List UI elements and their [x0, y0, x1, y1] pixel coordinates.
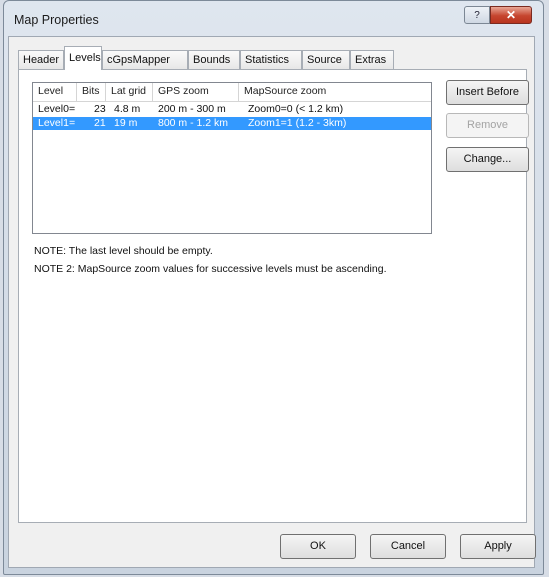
tab-extras[interactable]: Extras: [350, 50, 394, 69]
tab-source[interactable]: Source: [302, 50, 350, 69]
cell-mapsource-zoom: Zoom1=1 (1.2 - 3km): [248, 117, 347, 129]
tab-header[interactable]: Header: [18, 50, 64, 69]
cancel-button[interactable]: Cancel: [370, 534, 446, 559]
levels-list[interactable]: Level Bits Lat grid GPS zoom MapSource z…: [32, 82, 432, 234]
ok-button[interactable]: OK: [280, 534, 356, 559]
cell-gps-zoom: 200 m - 300 m: [158, 103, 226, 115]
table-row[interactable]: Level0= 23 4.8 m 200 m - 300 m Zoom0=0 (…: [33, 103, 431, 116]
cell-level: Level1=: [38, 117, 76, 129]
remove-button[interactable]: Remove: [446, 113, 529, 138]
tab-bounds[interactable]: Bounds: [188, 50, 240, 69]
cell-level: Level0=: [38, 103, 76, 115]
column-header-bits[interactable]: Bits: [77, 83, 106, 101]
list-header: Level Bits Lat grid GPS zoom MapSource z…: [33, 83, 431, 102]
cell-mapsource-zoom: Zoom0=0 (< 1.2 km): [248, 103, 344, 115]
insert-before-button[interactable]: Insert Before: [446, 80, 529, 105]
column-header-gps-zoom[interactable]: GPS zoom: [153, 83, 239, 101]
tab-statistics[interactable]: Statistics: [240, 50, 302, 69]
close-button[interactable]: ✕: [490, 6, 532, 24]
tab-cgpsmapper[interactable]: cGpsMapper: [102, 50, 188, 69]
window-title: Map Properties: [14, 13, 99, 27]
cell-lat-grid: 19 m: [114, 117, 138, 129]
cell-bits: 23: [94, 103, 106, 115]
tab-levels[interactable]: Levels: [64, 46, 102, 70]
note-ascending-zoom: NOTE 2: MapSource zoom values for succes…: [34, 263, 387, 275]
change-button[interactable]: Change...: [446, 147, 529, 172]
help-button[interactable]: ?: [464, 6, 490, 24]
apply-button[interactable]: Apply: [460, 534, 536, 559]
column-header-level[interactable]: Level: [33, 83, 77, 101]
cell-bits: 21: [94, 117, 106, 129]
column-header-mapsource-zoom[interactable]: MapSource zoom: [239, 83, 431, 101]
cell-lat-grid: 4.8 m: [114, 103, 141, 115]
column-header-lat-grid[interactable]: Lat grid: [106, 83, 153, 101]
note-last-level: NOTE: The last level should be empty.: [34, 245, 213, 257]
table-row-selected[interactable]: Level1= 21 19 m 800 m - 1.2 km Zoom1=1 (…: [33, 117, 431, 130]
cell-gps-zoom: 800 m - 1.2 km: [158, 117, 229, 129]
